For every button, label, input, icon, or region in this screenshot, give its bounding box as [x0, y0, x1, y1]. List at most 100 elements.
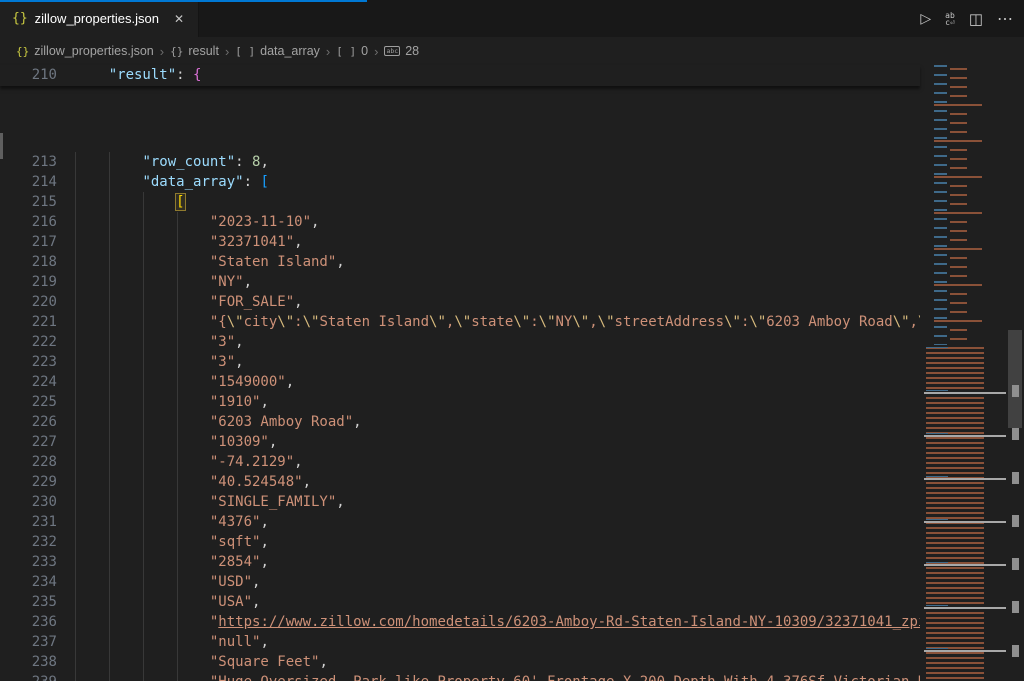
line-number[interactable]: 235: [0, 592, 57, 612]
code-token: :: [530, 314, 538, 330]
line-number[interactable]: 228: [0, 452, 57, 472]
line-number[interactable]: 218: [0, 252, 57, 272]
code-link[interactable]: https://www.zillow.com/homedetails/6203-…: [218, 614, 920, 630]
code-line[interactable]: 235 "USA",: [0, 592, 920, 612]
code-lines[interactable]: 213 "row_count": 8,214 "data_array": [21…: [0, 152, 920, 681]
code-text: "Square Feet",: [57, 652, 328, 672]
line-number[interactable]: 226: [0, 412, 57, 432]
line-number[interactable]: 236: [0, 612, 57, 632]
line-number[interactable]: 230: [0, 492, 57, 512]
code-text: "-74.2129",: [57, 452, 303, 472]
code-token: \": [513, 314, 530, 330]
code-text: "Staten Island",: [57, 252, 345, 272]
breadcrumb-label: 28: [405, 44, 419, 58]
breadcrumb-item-28[interactable]: abc28: [384, 44, 419, 58]
line-number[interactable]: 220: [0, 292, 57, 312]
code-line[interactable]: 231 "4376",: [0, 512, 920, 532]
code-line[interactable]: 225 "1910",: [0, 392, 920, 412]
code-line[interactable]: 230 "SINGLE_FAMILY",: [0, 492, 920, 512]
code-token: ,: [286, 374, 294, 390]
word-wrap-button[interactable]: ab c⏎: [945, 12, 955, 26]
line-number[interactable]: 227: [0, 432, 57, 452]
code-line[interactable]: 232 "sqft",: [0, 532, 920, 552]
line-number[interactable]: 222: [0, 332, 57, 352]
code-line[interactable]: 226 "6203 Amboy Road",: [0, 412, 920, 432]
line-number[interactable]: 223: [0, 352, 57, 372]
code-token: [75, 194, 176, 210]
code-line[interactable]: 237 "null",: [0, 632, 920, 652]
code-token: ,: [260, 514, 268, 530]
code-line[interactable]: 214 "data_array": [: [0, 172, 920, 192]
code-token: ,: [910, 314, 918, 330]
line-number[interactable]: 229: [0, 472, 57, 492]
tab-bar: {} zillow_properties.json ✕: [0, 0, 1024, 37]
line-number[interactable]: 234: [0, 572, 57, 592]
code-line[interactable]: 233 "2854",: [0, 552, 920, 572]
code-token: ,: [353, 414, 361, 430]
line-number[interactable]: 231: [0, 512, 57, 532]
code-line[interactable]: 228 "-74.2129",: [0, 452, 920, 472]
code-token: [75, 234, 210, 250]
editor[interactable]: 213 "row_count": 8,214 "data_array": [21…: [0, 65, 920, 681]
line-number[interactable]: 237: [0, 632, 57, 652]
close-tab-icon[interactable]: ✕: [172, 10, 186, 28]
code-line[interactable]: 223 "3",: [0, 352, 920, 372]
line-number[interactable]: 238: [0, 652, 57, 672]
breadcrumb-item-zillow-properties-json[interactable]: {}zillow_properties.json: [16, 44, 154, 58]
line-number[interactable]: 210: [0, 65, 57, 85]
code-token: "Square Feet": [210, 654, 320, 670]
run-button[interactable]: ▷: [920, 10, 931, 27]
code-line[interactable]: 227 "10309",: [0, 432, 920, 452]
code-token: "data_array": [142, 174, 243, 190]
code-token: "-74.2129": [210, 454, 294, 470]
breadcrumb-label: 0: [361, 44, 368, 58]
line-number[interactable]: 239: [0, 672, 57, 681]
scrollbar-slider[interactable]: [1008, 330, 1022, 428]
line-number[interactable]: 219: [0, 272, 57, 292]
line-number[interactable]: 213: [0, 152, 57, 172]
line-number[interactable]: 214: [0, 172, 57, 192]
code-line[interactable]: 238 "Square Feet",: [0, 652, 920, 672]
code-token: \": [893, 314, 910, 330]
code-line[interactable]: 239 "Huge Oversized Park-like Property 6…: [0, 672, 920, 681]
code-token: \": [572, 314, 589, 330]
code-line[interactable]: 215 [: [0, 192, 920, 212]
breadcrumb-item-0[interactable]: [ ]0: [336, 44, 368, 58]
scrollbar[interactable]: [1008, 65, 1024, 681]
line-number[interactable]: 221: [0, 312, 57, 332]
line-number[interactable]: 216: [0, 212, 57, 232]
code-line[interactable]: 218 "Staten Island",: [0, 252, 920, 272]
line-number[interactable]: 232: [0, 532, 57, 552]
code-line[interactable]: 220 "FOR_SALE",: [0, 292, 920, 312]
sticky-scroll[interactable]: 210 "result": {: [0, 65, 920, 86]
minimap[interactable]: [920, 65, 1008, 681]
code-line[interactable]: 219 "NY",: [0, 272, 920, 292]
code-token: ,: [252, 574, 260, 590]
brackets-icon: [ ]: [235, 45, 255, 58]
code-token: [75, 494, 210, 510]
line-number[interactable]: 215: [0, 192, 57, 212]
line-number[interactable]: 224: [0, 372, 57, 392]
line-number[interactable]: 233: [0, 552, 57, 572]
code-line[interactable]: 224 "1549000",: [0, 372, 920, 392]
code-token: ,: [303, 474, 311, 490]
code-line[interactable]: 222 "3",: [0, 332, 920, 352]
sticky-line[interactable]: 210 "result": {: [0, 65, 920, 85]
overview-ruler-mark: [1012, 601, 1019, 613]
code-line[interactable]: 217 "32371041",: [0, 232, 920, 252]
code-line[interactable]: 216 "2023-11-10",: [0, 212, 920, 232]
tab-zillow-properties-json[interactable]: {} zillow_properties.json ✕: [0, 0, 199, 37]
code-line[interactable]: 213 "row_count": 8,: [0, 152, 920, 172]
breadcrumb-item-result[interactable]: {}result: [170, 44, 219, 58]
code-token: "result": [109, 67, 176, 83]
code-line[interactable]: 234 "USD",: [0, 572, 920, 592]
code-line[interactable]: 236 "https://www.zillow.com/homedetails/…: [0, 612, 920, 632]
overview-ruler-mark: [1012, 385, 1019, 397]
line-number[interactable]: 225: [0, 392, 57, 412]
line-number[interactable]: 217: [0, 232, 57, 252]
breadcrumb-item-data-array[interactable]: [ ]data_array: [235, 44, 320, 58]
code-line[interactable]: 229 "40.524548",: [0, 472, 920, 492]
split-editor-button[interactable]: ◫: [969, 10, 983, 28]
code-line[interactable]: 221 "{\"city\":\"Staten Island\",\"state…: [0, 312, 920, 332]
more-actions-button[interactable]: ⋯: [997, 9, 1014, 29]
